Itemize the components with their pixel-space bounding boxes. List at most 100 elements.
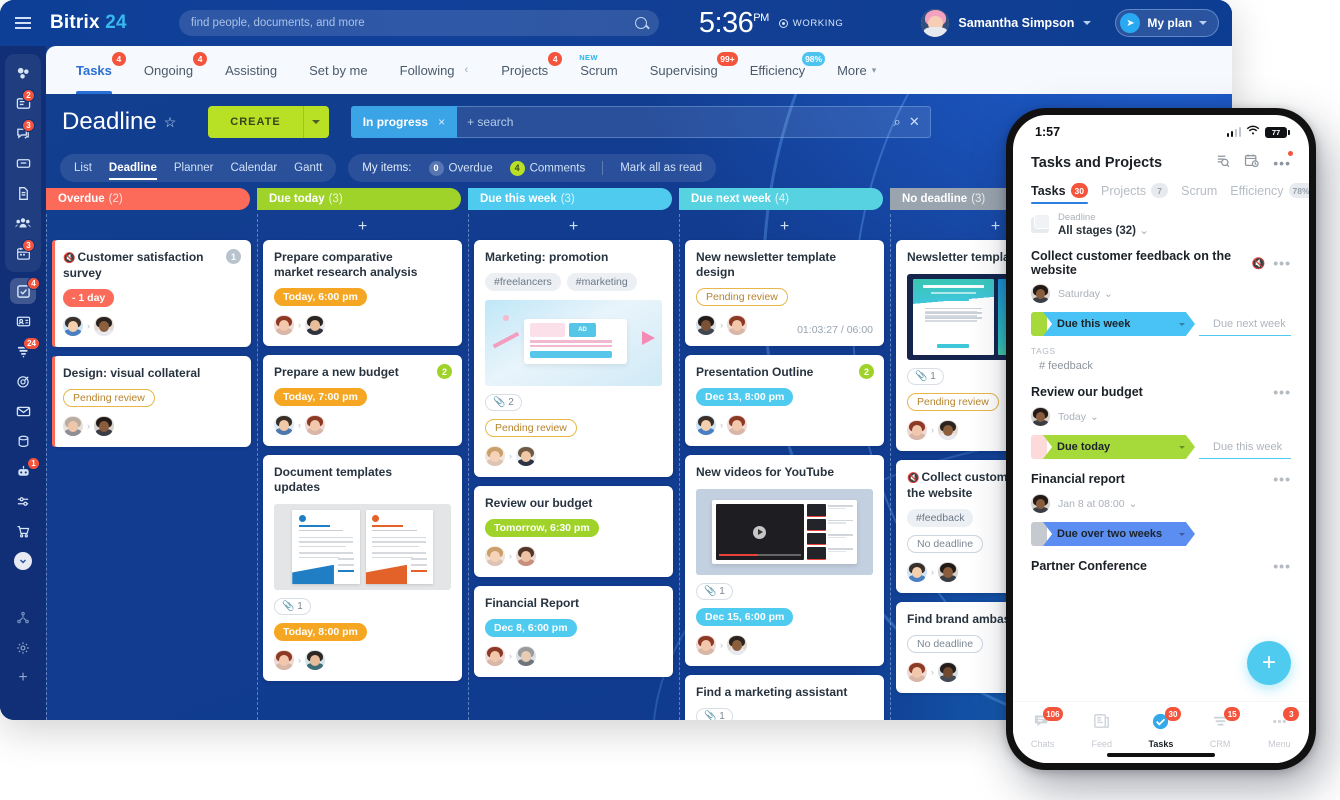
mobile-task-row[interactable]: Partner Conference ••• (1013, 546, 1309, 574)
favorite-star-icon[interactable]: ☆ (164, 114, 177, 131)
column-header[interactable]: Due next week (4) (679, 188, 883, 210)
stage-previous[interactable] (1031, 312, 1047, 336)
mobile-tab-scrum[interactable]: Scrum (1181, 184, 1217, 205)
sidebar-item-groups[interactable] (5, 208, 41, 238)
add-card-button[interactable]: + (474, 214, 673, 240)
search-icon[interactable] (1215, 153, 1230, 173)
stage-current[interactable]: Due today (1043, 435, 1195, 459)
avatar[interactable] (305, 315, 325, 335)
task-tag[interactable]: #marketing (566, 273, 637, 291)
sidebar-item-mail[interactable] (0, 396, 46, 426)
avatar[interactable] (516, 446, 536, 466)
avatar[interactable] (63, 316, 83, 336)
tab-efficiency[interactable]: Efficiency 98% (734, 46, 826, 94)
sidebar-item-sitemap[interactable] (0, 603, 46, 633)
avatar[interactable] (907, 420, 927, 440)
mobile-task-date[interactable]: Saturday ⌄ (1058, 288, 1113, 300)
avatar[interactable] (274, 650, 294, 670)
stage-current[interactable]: Due over two weeks (1043, 522, 1195, 546)
stage-previous[interactable] (1031, 435, 1047, 459)
mobile-nav-tasks[interactable]: Tasks 30 (1136, 707, 1186, 749)
task-card[interactable]: Prepare comparative market research anal… (263, 240, 462, 346)
task-card[interactable]: New newsletter template design Pending re… (685, 240, 884, 346)
sidebar-item-automation[interactable]: 1 (0, 456, 46, 486)
avatar[interactable] (907, 562, 927, 582)
close-icon[interactable]: ✕ (909, 114, 920, 130)
more-icon[interactable]: ••• (1273, 471, 1291, 487)
sidebar-item-add[interactable]: + (0, 663, 46, 693)
mobile-nav-menu[interactable]: Menu 3 (1254, 707, 1304, 749)
filter-bar[interactable]: In progress × ⌕ ✕ (350, 106, 931, 138)
avatar[interactable] (274, 415, 294, 435)
sidebar-item-calendar[interactable]: 3 (5, 238, 41, 268)
task-tag[interactable]: #feedback (907, 509, 974, 527)
avatar[interactable] (907, 662, 927, 682)
avatar[interactable] (94, 416, 114, 436)
sidebar-item-collapse[interactable] (0, 546, 46, 576)
sidebar-item-target[interactable] (0, 366, 46, 396)
view-gantt[interactable]: Gantt (294, 162, 322, 174)
avatar[interactable] (727, 635, 747, 655)
add-card-button[interactable]: + (263, 214, 462, 240)
avatar[interactable] (727, 415, 747, 435)
sidebar-item-sliders[interactable] (0, 486, 46, 516)
task-card[interactable]: Design: visual collateral Pending review › (52, 356, 251, 447)
create-button[interactable]: CREATE (208, 106, 329, 138)
view-planner[interactable]: Planner (174, 162, 214, 174)
task-tag[interactable]: #freelancers (485, 273, 561, 291)
tab-tasks[interactable]: Tasks 4 (60, 46, 128, 94)
avatar[interactable] (485, 546, 505, 566)
avatar[interactable] (485, 646, 505, 666)
task-card[interactable]: 🔇 Customer satisfaction survey 1 - 1 day › (52, 240, 251, 347)
search-icon[interactable] (634, 17, 647, 29)
column-header[interactable]: Due today (3) (257, 188, 461, 210)
mute-icon[interactable]: 🔇 (1252, 257, 1266, 270)
sidebar-item-shop[interactable] (0, 516, 46, 546)
avatar[interactable] (696, 635, 716, 655)
task-card[interactable]: Prepare a new budget 2 Today, 7:00 pm › (263, 355, 462, 446)
tab-assisting[interactable]: Assisting (209, 46, 293, 94)
my-items-comments[interactable]: 4 Comments (509, 160, 585, 176)
avatar[interactable] (305, 415, 325, 435)
sidebar-item-tasks[interactable]: 4 (0, 276, 46, 306)
tab-scrum[interactable]: NEW Scrum (564, 46, 634, 94)
view-deadline[interactable]: Deadline (108, 162, 157, 180)
stage-next[interactable]: Due next week (1199, 312, 1291, 336)
global-search[interactable] (178, 10, 659, 36)
mobile-tags-value[interactable]: # feedback (1031, 360, 1291, 372)
column-header[interactable]: Overdue (2) (46, 188, 250, 210)
work-status[interactable]: WORKING (778, 18, 844, 29)
view-calendar[interactable]: Calendar (230, 162, 277, 174)
more-icon[interactable]: ••• (1273, 384, 1291, 400)
sidebar-item-documents[interactable] (5, 178, 41, 208)
avatar[interactable] (305, 650, 325, 670)
task-card[interactable]: New videos for YouTube 📎 1 Dec 15, 6:00 pm… (685, 455, 884, 666)
column-header[interactable]: Due this week (3) (468, 188, 672, 210)
stage-previous[interactable] (1031, 522, 1047, 546)
sidebar-item-settings[interactable] (0, 633, 46, 663)
mobile-nav-feed[interactable]: Feed (1077, 712, 1127, 749)
sidebar-item-pulse[interactable] (5, 58, 41, 88)
view-list[interactable]: List (74, 162, 92, 174)
search-icon[interactable]: ⌕ (894, 114, 901, 130)
avatar[interactable] (938, 562, 958, 582)
avatar[interactable] (1031, 407, 1050, 426)
avatar[interactable] (1031, 284, 1050, 303)
filter-chip-in-progress[interactable]: In progress × (350, 106, 458, 138)
task-card[interactable]: Financial Report Dec 8, 6:00 pm › (474, 586, 673, 677)
user-menu[interactable]: Samantha Simpson (921, 9, 1092, 37)
avatar[interactable] (938, 420, 958, 440)
avatar[interactable] (516, 646, 536, 666)
calendar-clock-icon[interactable] (1244, 153, 1259, 173)
tab-projects[interactable]: Projects 4 (485, 46, 564, 94)
sidebar-item-storage[interactable] (0, 426, 46, 456)
task-card[interactable]: Document templates updates 📎 1 Today, 8:00… (263, 455, 462, 681)
mobile-task-row[interactable]: Financial report ••• Jan 8 at 08:00 ⌄ Due o… (1013, 459, 1309, 546)
tab-ongoing[interactable]: Ongoing 4 (128, 46, 209, 94)
mobile-tab-efficiency[interactable]: Efficiency 78% (1230, 183, 1309, 205)
sidebar-item-crm-funnel[interactable]: 24 (0, 336, 46, 366)
stage-current[interactable]: Due this week (1043, 312, 1195, 336)
mark-all-as-read[interactable]: Mark all as read (620, 162, 702, 174)
close-icon[interactable]: × (438, 115, 445, 129)
more-icon[interactable]: ••• (1273, 151, 1293, 171)
